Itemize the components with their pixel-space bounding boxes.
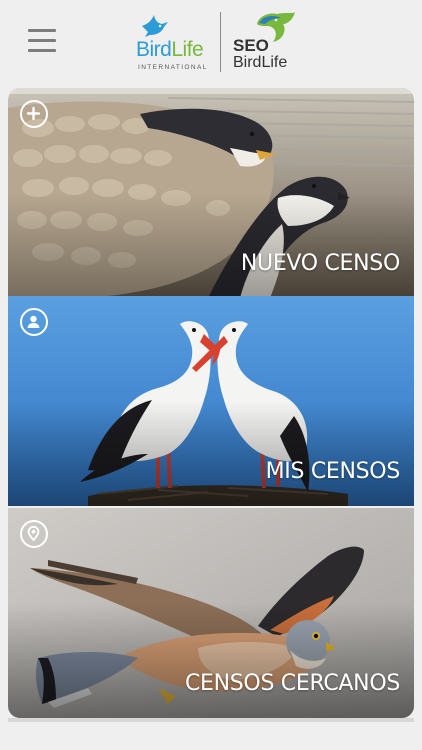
censos-cercanos-label: CENSOS CERCANOS	[184, 671, 400, 696]
birdlife-bird-icon	[142, 15, 168, 37]
nuevo-censo-label: NUEVO CENSO	[240, 251, 400, 276]
cards-bottom-edge	[8, 718, 414, 722]
location-pin-icon	[20, 520, 48, 548]
user-circle-icon	[20, 308, 48, 336]
seo-wordmark: SEO	[233, 36, 269, 55]
birdlife-subtitle: INTERNATIONAL	[138, 64, 208, 71]
nuevo-censo-card[interactable]: NUEVO CENSO	[8, 88, 414, 298]
birdlife-wordmark: BirdLife	[136, 38, 204, 61]
menu-cards: NUEVO CENSO MIS CENSOS CENSOS CERCANOS	[8, 88, 414, 718]
mis-censos-label: MIS CENSOS	[265, 459, 401, 484]
plus-circle-icon	[20, 100, 48, 128]
logo-divider	[220, 12, 221, 72]
seo-subtitle: BirdLife	[233, 54, 288, 71]
censos-cercanos-card[interactable]: CENSOS CERCANOS	[8, 508, 414, 718]
hamburger-menu-icon[interactable]	[28, 28, 56, 52]
seo-birdlife-logo: SEO BirdLife	[231, 10, 301, 74]
birdlife-international-logo: BirdLife INTERNATIONAL	[134, 14, 212, 72]
app-header: BirdLife INTERNATIONAL SEO BirdLife	[0, 0, 422, 88]
mis-censos-card[interactable]: MIS CENSOS	[8, 296, 414, 506]
